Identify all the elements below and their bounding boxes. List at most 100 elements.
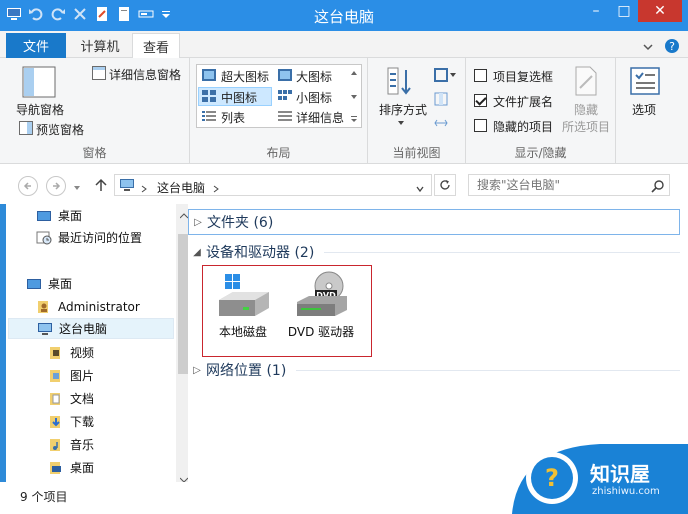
tab-view[interactable]: 查看 — [132, 33, 180, 59]
videos-folder-icon — [48, 346, 64, 360]
hide-button[interactable]: 隐藏 — [574, 101, 598, 118]
back-button[interactable] — [18, 176, 38, 196]
group-panes: 导航窗格 预览窗格 详细信息窗格 窗格 — [0, 58, 190, 164]
ribbon: 导航窗格 预览窗格 详细信息窗格 窗格 布局 超大图标 大图标 中图标 小图标 … — [0, 58, 688, 164]
medium-icons-icon — [202, 90, 216, 105]
nav-item-desktop[interactable]: 桌面 — [48, 457, 94, 478]
nav-item-recent-places[interactable]: 最近访问的位置 — [36, 227, 142, 248]
drive-label: DVD 驱动器 — [287, 325, 355, 339]
search-input[interactable] — [469, 175, 639, 195]
tab-computer[interactable]: 计算机 — [70, 33, 130, 58]
nav-item-music[interactable]: 音乐 — [48, 434, 94, 455]
nav-item-pictures[interactable]: 图片 — [48, 365, 94, 386]
group-current-view: 排序方式 当前视图 — [368, 58, 466, 164]
gallery-scroll-up-icon[interactable] — [349, 67, 359, 81]
nav-item-label: 桌面 — [58, 209, 83, 223]
layout-list[interactable]: 列表 — [221, 109, 245, 126]
section-folders[interactable]: ▷ 文件夹 (6) — [188, 209, 680, 235]
navigation-pane-button[interactable]: 导航窗格 — [16, 101, 64, 118]
ribbon-tab-controls: ? — [642, 38, 680, 57]
group-options: 选项 — [616, 58, 688, 164]
navigation-pane: 桌面 最近访问的位置 桌面 Administrator 这台电脑 视频 图片 文… — [6, 204, 192, 483]
nav-item-label: Administrator — [58, 299, 140, 314]
search-icon[interactable] — [651, 179, 665, 196]
details-pane-button[interactable]: 详细信息窗格 — [109, 66, 181, 83]
recent-places-icon — [36, 231, 52, 245]
ribbon-tabs: 文件 计算机 查看 ? — [0, 31, 688, 59]
close-button[interactable]: ✕ — [638, 0, 682, 22]
section-divider — [324, 251, 680, 253]
item-checkboxes-checkbox[interactable] — [474, 69, 487, 82]
breadcrumb-separator-icon[interactable] — [141, 182, 147, 196]
size-columns-icon[interactable] — [434, 116, 448, 133]
drive-local-disk[interactable]: 本地磁盘 — [205, 270, 281, 340]
section-label: 设备和驱动器 (2) — [206, 245, 315, 261]
section-network-locations[interactable]: ▷ 网络位置 (1) — [188, 357, 680, 383]
layout-details[interactable]: 详细信息 — [296, 109, 344, 126]
options-icon[interactable] — [630, 66, 660, 99]
nav-item-label: 这台电脑 — [59, 322, 108, 336]
item-checkboxes-label[interactable]: 项目复选框 — [493, 68, 553, 85]
layout-medium[interactable]: 中图标 — [221, 89, 257, 106]
forward-button[interactable] — [46, 176, 66, 196]
breadcrumb-chevron-icon[interactable] — [213, 182, 219, 196]
file-extensions-label[interactable]: 文件扩展名 — [493, 93, 553, 110]
sort-by-icon[interactable] — [386, 66, 416, 99]
file-extensions-checkbox[interactable] — [474, 94, 487, 107]
minimize-button[interactable]: – — [582, 0, 610, 22]
navigation-pane-icon[interactable] — [22, 66, 56, 101]
nav-item-label: 视频 — [70, 346, 95, 360]
address-dropdown-icon[interactable] — [415, 182, 425, 196]
section-devices[interactable]: ◢ 设备和驱动器 (2) — [188, 239, 680, 265]
nav-item-this-pc[interactable]: 这台电脑 — [8, 318, 174, 339]
maximize-button[interactable]: □ — [610, 0, 638, 22]
section-label: 网络位置 (1) — [206, 363, 287, 379]
address-bar[interactable]: 这台电脑 — [114, 174, 432, 196]
breadcrumb-this-pc[interactable]: 这台电脑 — [157, 179, 205, 196]
drive-dvd[interactable]: DVD DVD 驱动器 — [283, 270, 359, 340]
layout-extra-large[interactable]: 超大图标 — [221, 68, 269, 85]
help-icon[interactable]: ? — [664, 38, 680, 57]
group-show-hide: 项目复选框 文件扩展名 隐藏的项目 隐藏 所选项目 显示/隐藏 — [466, 58, 616, 164]
gallery-scroll-down-icon[interactable] — [349, 91, 359, 105]
expand-arrow-icon[interactable]: ▷ — [188, 365, 206, 376]
layout-large[interactable]: 大图标 — [296, 68, 332, 85]
extra-large-icons-icon — [202, 69, 216, 84]
preview-pane-button[interactable]: 预览窗格 — [36, 121, 84, 138]
gallery-expand-icon[interactable] — [349, 113, 359, 127]
refresh-button[interactable] — [434, 174, 456, 196]
title-bar: 这台电脑 – □ ✕ — [0, 0, 688, 31]
hidden-items-label[interactable]: 隐藏的项目 — [493, 118, 553, 135]
scroll-up-icon[interactable] — [179, 208, 189, 222]
nav-item-videos[interactable]: 视频 — [48, 342, 94, 363]
watermark-url: zhishiwu.com — [592, 486, 660, 497]
nav-item-documents[interactable]: 文档 — [48, 388, 94, 409]
add-columns-icon[interactable] — [434, 92, 448, 109]
nav-item-label: 图片 — [70, 369, 95, 383]
recent-locations-icon[interactable] — [72, 181, 82, 195]
layout-gallery: 超大图标 大图标 中图标 小图标 列表 详细信息 — [196, 64, 362, 128]
this-pc-icon — [119, 178, 135, 195]
up-arrow-icon[interactable] — [94, 178, 108, 195]
group-by-icon[interactable] — [434, 68, 456, 85]
layout-small[interactable]: 小图标 — [296, 89, 332, 106]
svg-text:?: ? — [669, 40, 675, 53]
item-count: 9 个项目 — [20, 490, 68, 504]
expand-arrow-icon[interactable]: ▷ — [189, 217, 207, 228]
desktop-icon — [36, 209, 52, 223]
nav-item-administrator[interactable]: Administrator — [36, 296, 140, 317]
nav-item-label: 文档 — [70, 392, 95, 406]
options-button[interactable]: 选项 — [632, 101, 656, 118]
tab-file[interactable]: 文件 — [6, 33, 66, 58]
nav-item-label: 最近访问的位置 — [58, 231, 143, 245]
nav-item-desktop-root[interactable]: 桌面 — [26, 273, 72, 294]
nav-item-favorites-desktop[interactable]: 桌面 — [36, 205, 82, 226]
collapse-arrow-icon[interactable]: ◢ — [188, 247, 206, 258]
details-pane-icon — [92, 66, 106, 83]
nav-item-downloads[interactable]: 下载 — [48, 411, 94, 432]
music-folder-icon — [48, 438, 64, 452]
hidden-items-checkbox[interactable] — [474, 119, 487, 132]
sort-dropdown-icon[interactable] — [396, 116, 406, 130]
search-box[interactable] — [468, 174, 670, 196]
chevron-down-icon[interactable] — [642, 41, 654, 55]
